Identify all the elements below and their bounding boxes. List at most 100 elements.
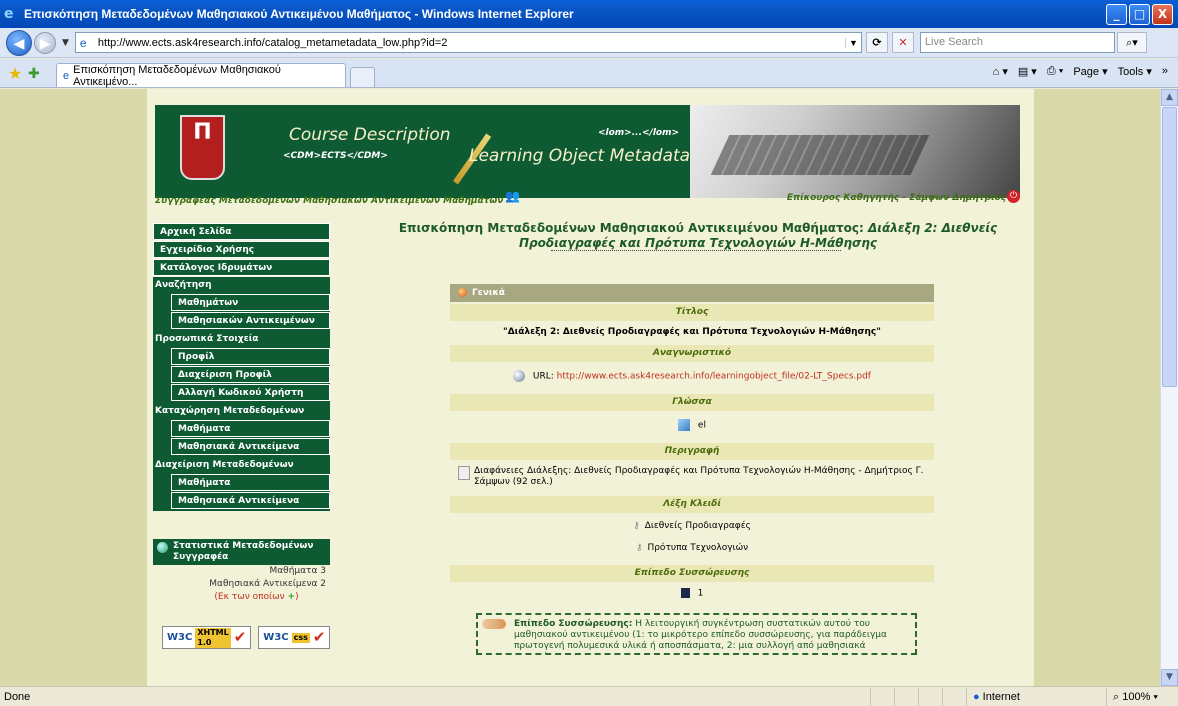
address-url: http://www.ects.ask4research.info/catalo… bbox=[97, 36, 448, 49]
close-button[interactable]: X bbox=[1152, 3, 1173, 25]
nav-section-register: Καταχώρηση Μεταδεδομένων bbox=[153, 403, 330, 420]
chevron-more-icon[interactable]: » bbox=[1162, 65, 1168, 78]
feeds-icon[interactable]: ▤ ▾ bbox=[1018, 65, 1037, 78]
field-aggregation-label: Επίπεδο Συσσώρευσης bbox=[450, 565, 934, 582]
stats-of-which-close: ) bbox=[295, 592, 299, 602]
check-icon: ✔ bbox=[312, 628, 326, 646]
xhtml-tag: XHTML 1.0 bbox=[195, 627, 231, 648]
tab-label: Επισκόπηση Μεταδεδομένων Μαθησιακού Αντι… bbox=[73, 63, 281, 88]
lo-file-link[interactable]: http://www.ects.ask4research.info/learni… bbox=[557, 372, 871, 382]
scroll-thumb[interactable] bbox=[1162, 107, 1177, 387]
validator-badges: W3C XHTML 1.0 ✔ W3C css ✔ bbox=[162, 626, 331, 649]
maximize-button[interactable]: □ bbox=[1129, 3, 1150, 25]
field-language-value: el bbox=[450, 411, 934, 441]
nav-profile-manage[interactable]: Διαχείριση Προφίλ bbox=[171, 366, 330, 383]
zone-label: Internet bbox=[982, 690, 1020, 703]
key-icon: ⚷ bbox=[633, 521, 640, 531]
new-tab-button[interactable] bbox=[350, 67, 375, 87]
nav-change-password[interactable]: Αλλαγή Κωδικού Χρήστη bbox=[171, 384, 330, 401]
keyword-item: ⚷ Διεθνείς Προδιαγραφές bbox=[450, 513, 934, 537]
pointing-hand-icon bbox=[482, 618, 506, 629]
search-input[interactable]: Live Search bbox=[919, 32, 1115, 53]
aggregation-icon bbox=[680, 588, 690, 598]
globe-link-icon bbox=[513, 370, 526, 382]
nav-profile[interactable]: Προφίλ bbox=[171, 348, 330, 365]
page-title-prefix: Επισκόπηση Μεταδεδομένων Μαθησιακού Αντι… bbox=[398, 221, 869, 235]
forward-button[interactable]: ▶ bbox=[34, 31, 56, 54]
xhtml-version: 1.0 bbox=[197, 637, 212, 647]
minimize-button[interactable]: _ bbox=[1106, 3, 1127, 25]
page-menu[interactable]: Page ▾ bbox=[1073, 65, 1107, 78]
back-button[interactable]: ◀ bbox=[6, 29, 32, 56]
zoom-value: 100% bbox=[1122, 690, 1151, 703]
field-title-label: Τίτλος bbox=[450, 304, 934, 321]
nav-manual[interactable]: Εγχειρίδιο Χρήσης bbox=[153, 241, 330, 258]
language-icon bbox=[678, 419, 691, 431]
xhtml-text: XHTML bbox=[197, 627, 229, 637]
scroll-down-icon[interactable]: ▼ bbox=[1161, 669, 1178, 686]
keyword-1: Διεθνείς Προδιαγραφές bbox=[644, 521, 751, 531]
address-dropdown-icon[interactable]: ▼ bbox=[845, 37, 861, 48]
search-icon[interactable]: ⌕▾ bbox=[1116, 32, 1147, 53]
key-icon: ⚷ bbox=[635, 543, 643, 553]
print-icon[interactable]: ⎙ ▾ bbox=[1047, 65, 1063, 78]
author-stats: Στατιστικά Μεταδεδομένων Συγγραφέα Μαθήμ… bbox=[153, 539, 330, 604]
status-segment bbox=[870, 687, 894, 706]
nav-register-los[interactable]: Μαθησιακά Αντικείμενα bbox=[171, 438, 330, 455]
css-tag: css bbox=[291, 632, 310, 643]
field-title-value: "Διάλεξη 2: Διεθνείς Προδιαγραφές και Πρ… bbox=[503, 327, 881, 337]
stats-of-which[interactable]: (Εκ των οποίων +) bbox=[153, 591, 330, 604]
page-viewport: Π Course Description <CDM>ECTS</CDM> <lo… bbox=[0, 89, 1160, 686]
field-description-label: Περιγραφή bbox=[450, 443, 934, 460]
aggregation-help: Επίπεδο Συσσώρευσης: Η λειτουργική συγκέ… bbox=[476, 612, 917, 655]
status-segment bbox=[894, 687, 918, 706]
title-underline bbox=[551, 250, 841, 251]
tab-page-icon: e bbox=[63, 69, 70, 82]
nav-institutions[interactable]: Κατάλογος Ιδρυμάτων bbox=[153, 259, 330, 276]
stats-header: Στατιστικά Μεταδεδομένων Συγγραφέα bbox=[153, 539, 330, 565]
tab-row: ★ ✚ e Επισκόπηση Μεταδεδομένων Μαθησιακο… bbox=[0, 59, 1178, 88]
help-title: Επίπεδο Συσσώρευσης: bbox=[514, 618, 633, 629]
field-description-value: Διαφάνειες Διάλεξης: Διεθνείς Προδιαγραφ… bbox=[450, 460, 934, 494]
add-favorites-icon[interactable]: ✚ bbox=[28, 63, 56, 87]
vertical-scrollbar[interactable]: ▲ ▼ bbox=[1160, 89, 1178, 686]
nav-home[interactable]: Αρχική Σελίδα bbox=[153, 223, 330, 240]
globe-icon bbox=[157, 542, 168, 553]
plus-icon[interactable]: + bbox=[288, 592, 296, 602]
nav-manage-los[interactable]: Μαθησιακά Αντικείμενα bbox=[171, 492, 330, 509]
check-icon: ✔ bbox=[233, 628, 247, 646]
nav-register-courses[interactable]: Μαθήματα bbox=[171, 420, 330, 437]
history-dropdown-icon[interactable]: ▼ bbox=[62, 38, 69, 48]
ie-logo-icon: e bbox=[4, 6, 14, 22]
left-nav: Αρχική Σελίδα Εγχειρίδιο Χρήσης Κατάλογο… bbox=[153, 223, 330, 511]
university-logo-icon: Π bbox=[180, 115, 225, 180]
home-icon[interactable]: ⌂ ▾ bbox=[993, 65, 1008, 78]
window-title: Επισκόπηση Μεταδεδομένων Μαθησιακού Αντι… bbox=[24, 7, 574, 21]
field-keyword-label: Λέξη Κλειδί bbox=[450, 496, 934, 513]
internet-globe-icon: ● bbox=[973, 690, 980, 703]
security-zone[interactable]: ● Internet bbox=[966, 687, 1106, 706]
document-icon bbox=[458, 466, 470, 480]
field-language-label: Γλώσσα bbox=[450, 394, 934, 411]
w3c-css-logo: W3C bbox=[263, 632, 289, 643]
status-text: Done bbox=[4, 690, 31, 703]
stop-button[interactable]: ✕ bbox=[891, 32, 914, 53]
nav-search-los[interactable]: Μαθησιακών Αντικειμένων bbox=[171, 312, 330, 329]
css-badge[interactable]: W3C css ✔ bbox=[258, 626, 331, 649]
tools-menu[interactable]: Tools ▾ bbox=[1118, 65, 1152, 78]
field-identifier-value: URL: http://www.ects.ask4research.info/l… bbox=[450, 362, 934, 392]
stats-courses: Μαθήματα 3 bbox=[269, 566, 326, 576]
nav-section-manage: Διαχείριση Μεταδεδομένων bbox=[153, 457, 330, 474]
tab-current[interactable]: e Επισκόπηση Μεταδεδομένων Μαθησιακού Αν… bbox=[56, 63, 346, 88]
nav-search-courses[interactable]: Μαθημάτων bbox=[171, 294, 330, 311]
address-field[interactable]: e http://www.ects.ask4research.info/cata… bbox=[74, 32, 862, 53]
zoom-level[interactable]: ⌕ 100% ▾ bbox=[1106, 687, 1178, 706]
refresh-button[interactable]: ⟳ bbox=[865, 32, 888, 53]
scroll-up-icon[interactable]: ▲ bbox=[1161, 89, 1178, 106]
main-content: Επισκόπηση Μεταδεδομένων Μαθησιακού Αντι… bbox=[357, 89, 1034, 686]
zoom-icon: ⌕ bbox=[1113, 690, 1123, 703]
favorites-star-icon[interactable]: ★ bbox=[8, 63, 28, 87]
nav-manage-courses[interactable]: Μαθήματα bbox=[171, 474, 330, 491]
xhtml-badge[interactable]: W3C XHTML 1.0 ✔ bbox=[162, 626, 252, 649]
metadata-panel: Γενικά Τίτλος "Διάλεξη 2: Διεθνείς Προδι… bbox=[450, 284, 934, 655]
